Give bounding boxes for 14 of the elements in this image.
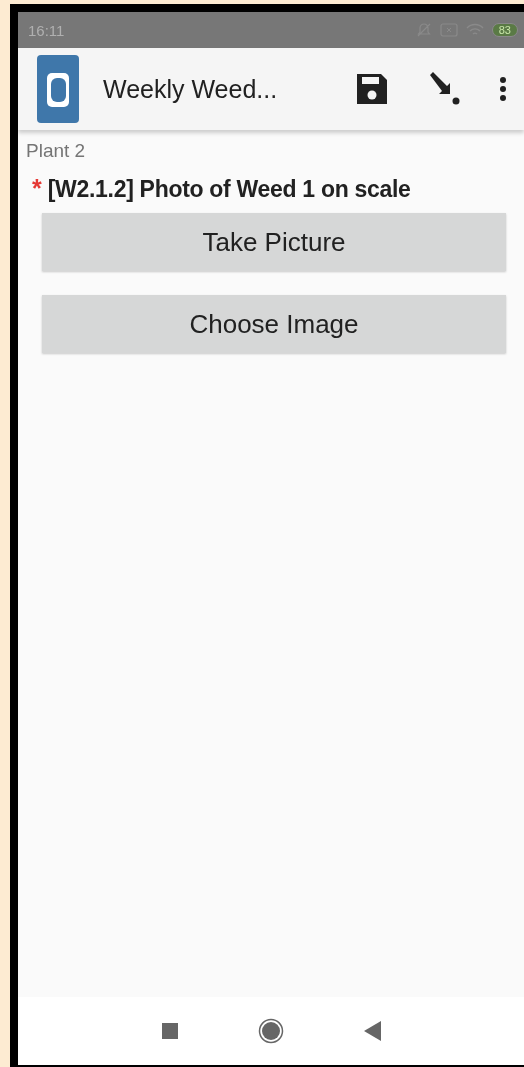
recents-icon[interactable]: [161, 1023, 178, 1039]
group-label: Plant 2: [26, 140, 87, 162]
battery-indicator: 83: [491, 23, 518, 37]
form-button[interactable]: Choose Image: [42, 295, 506, 353]
more-options-icon[interactable]: [498, 75, 508, 103]
save-icon[interactable]: [354, 71, 390, 107]
status-time: 16:11: [28, 21, 65, 39]
form-button[interactable]: Take Picture: [42, 213, 506, 271]
required-mark: *: [32, 174, 42, 203]
back-icon[interactable]: [363, 1021, 381, 1041]
app-title: Weekly Weed...: [103, 74, 279, 104]
app-logo-icon: [37, 55, 79, 123]
question-label: [W2.1.2] Photo of Weed 1 on scale: [47, 176, 411, 203]
home-icon[interactable]: [257, 1018, 284, 1044]
